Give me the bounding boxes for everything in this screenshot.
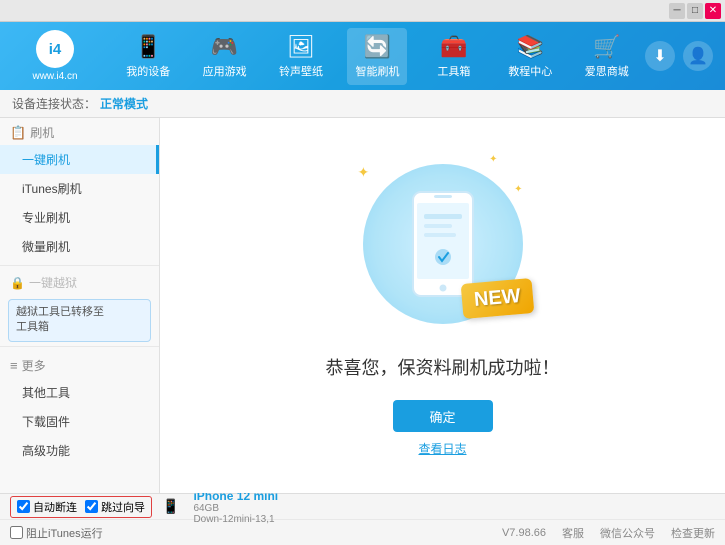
jailbreak-notice-text: 越狱工具已转移至工具箱 [16,306,104,333]
again-link[interactable]: 查看日志 [418,440,466,457]
top-nav: i4 www.i4.cn 📱 我的设备 🎮 应用游戏 🖼 铃声壁纸 🔄 智能刷机… [0,22,725,90]
stop-itunes-label: 阻止iTunes运行 [26,525,103,541]
sparkle-1: ✦ [358,164,370,181]
phone-icon: 📱 [135,34,162,60]
auto-disconnect-checkbox[interactable]: 自动断连 [17,499,77,515]
sidebar-item-other-tools[interactable]: 其他工具 [0,378,159,407]
wallpaper-icon: 🖼 [287,34,315,60]
nav-label-my-device: 我的设备 [126,63,170,79]
bottom-right: V7.98.66 客服 微信公众号 检查更新 [502,525,715,541]
stop-itunes-checkbox[interactable] [10,526,23,539]
nav-item-apps[interactable]: 🎮 应用游戏 [195,28,255,85]
nav-items: 📱 我的设备 🎮 应用游戏 🖼 铃声壁纸 🔄 智能刷机 🧰 工具箱 📚 教程中心… [110,28,645,85]
nav-label-smart-flash: 智能刷机 [355,63,399,79]
nav-label-tutorial: 教程中心 [508,63,552,79]
flash-section-icon: 📋 [10,125,26,141]
wechat-link[interactable]: 微信公众号 [600,525,655,541]
success-message: 恭喜您，保资料刷机成功啦！ [326,354,560,380]
tutorial-icon: 📚 [517,34,544,60]
nav-label-store: 爱思商城 [585,63,629,79]
nav-item-my-device[interactable]: 📱 我的设备 [118,28,178,85]
title-bar: ─ □ ✕ [0,0,725,22]
jailbreak-notice: 越狱工具已转移至工具箱 [8,299,151,342]
sparkle-2: ✦ [489,154,497,165]
maximize-button[interactable]: □ [687,3,703,19]
content-area: ✦ ✦ ✦ NEW 恭喜您，保资料刷机成功啦！ 确定 查看日志 [160,118,725,493]
main-container: 📋 刷机 一键刷机 iTunes刷机 专业刷机 微量刷机 🔒 一键越狱 越狱工具… [0,118,725,493]
sidebar-item-wipe-flash[interactable]: 微量刷机 [0,232,159,261]
version-info: V7.98.66 [502,527,546,539]
logo-abbr: i4 [49,41,62,58]
sparkle-3: ✦ [514,184,522,195]
stop-itunes[interactable]: 阻止iTunes运行 [10,525,103,541]
logo-area: i4 www.i4.cn [0,30,110,82]
auto-disconnect-label: 自动断连 [33,499,77,515]
sidebar-label-download-firmware: 下载固件 [22,415,70,429]
device-phone-icon: 📱 [162,498,179,515]
sidebar-item-advanced[interactable]: 高级功能 [0,436,159,465]
bottom-bottom-row: 阻止iTunes运行 V7.98.66 客服 微信公众号 检查更新 [0,520,725,545]
flash-icon: 🔄 [364,34,391,60]
nav-label-apps: 应用游戏 [203,63,247,79]
bottom-top-row: 自动断连 跳过向导 📱 iPhone 12 mini 64GB Down-12m… [0,494,725,520]
support-link[interactable]: 客服 [562,525,584,541]
skip-wizard-checkbox[interactable]: 跳过向导 [85,499,145,515]
download-button[interactable]: ⬇ [645,41,675,71]
toolbox-icon: 🧰 [440,34,467,60]
new-text: NEW [473,285,521,311]
confirm-button[interactable]: 确定 [393,400,493,432]
sidebar-item-one-click-flash[interactable]: 一键刷机 [0,145,159,174]
close-button[interactable]: ✕ [705,3,721,19]
nav-item-store[interactable]: 🛒 爱思商城 [577,28,637,85]
sidebar-section-more: ≡ 更多 [0,351,159,378]
bottom-bar: 自动断连 跳过向导 📱 iPhone 12 mini 64GB Down-12m… [0,493,725,545]
status-bar: 设备连接状态： 正常模式 [0,90,725,118]
sidebar-label-itunes-flash: iTunes刷机 [22,182,82,196]
sidebar-section-flash-label: 刷机 [30,124,54,141]
logo-text: www.i4.cn [32,71,77,82]
logo-icon: i4 [36,30,74,68]
sidebar-item-itunes-flash[interactable]: iTunes刷机 [0,174,159,203]
sidebar-label-wipe-flash: 微量刷机 [22,240,70,254]
sidebar: 📋 刷机 一键刷机 iTunes刷机 专业刷机 微量刷机 🔒 一键越狱 越狱工具… [0,118,160,493]
account-button[interactable]: 👤 [683,41,713,71]
sidebar-item-download-firmware[interactable]: 下载固件 [0,407,159,436]
skip-wizard-label: 跳过向导 [101,499,145,515]
game-icon: 🎮 [211,34,238,60]
nav-item-wallpaper[interactable]: 🖼 铃声壁纸 [271,28,331,85]
sidebar-divider-1 [0,265,159,266]
new-badge: NEW [460,278,533,319]
nav-item-toolbox[interactable]: 🧰 工具箱 [424,28,484,85]
nav-right: ⬇ 👤 [645,41,725,71]
sidebar-item-pro-flash[interactable]: 专业刷机 [0,203,159,232]
status-label: 设备连接状态： [12,95,96,112]
checkbox-container: 自动断连 跳过向导 [10,496,152,518]
sidebar-label-other-tools: 其他工具 [22,386,70,400]
auto-disconnect-input[interactable] [17,500,30,513]
nav-item-smart-flash[interactable]: 🔄 智能刷机 [347,28,407,85]
sidebar-section-flash: 📋 刷机 [0,118,159,145]
store-icon: 🛒 [593,34,620,60]
minimize-button[interactable]: ─ [669,3,685,19]
sidebar-section-more-label: 更多 [22,357,46,374]
update-link[interactable]: 检查更新 [671,525,715,541]
sidebar-divider-2 [0,346,159,347]
nav-item-tutorial[interactable]: 📚 教程中心 [500,28,560,85]
sidebar-section-jailbreak-label: 一键越狱 [29,274,77,291]
sidebar-label-one-click-flash: 一键刷机 [22,153,70,167]
nav-label-wallpaper: 铃声壁纸 [279,63,323,79]
device-storage: 64GB [193,503,278,514]
status-value: 正常模式 [100,95,148,112]
nav-label-toolbox: 工具箱 [437,63,470,79]
sidebar-section-jailbreak: 🔒 一键越狱 [0,270,159,295]
more-section-icon: ≡ [10,358,18,373]
skip-wizard-input[interactable] [85,500,98,513]
sidebar-label-advanced: 高级功能 [22,444,70,458]
sidebar-label-pro-flash: 专业刷机 [22,211,70,225]
success-illustration: ✦ ✦ ✦ NEW [353,154,533,334]
lock-icon: 🔒 [10,276,25,290]
